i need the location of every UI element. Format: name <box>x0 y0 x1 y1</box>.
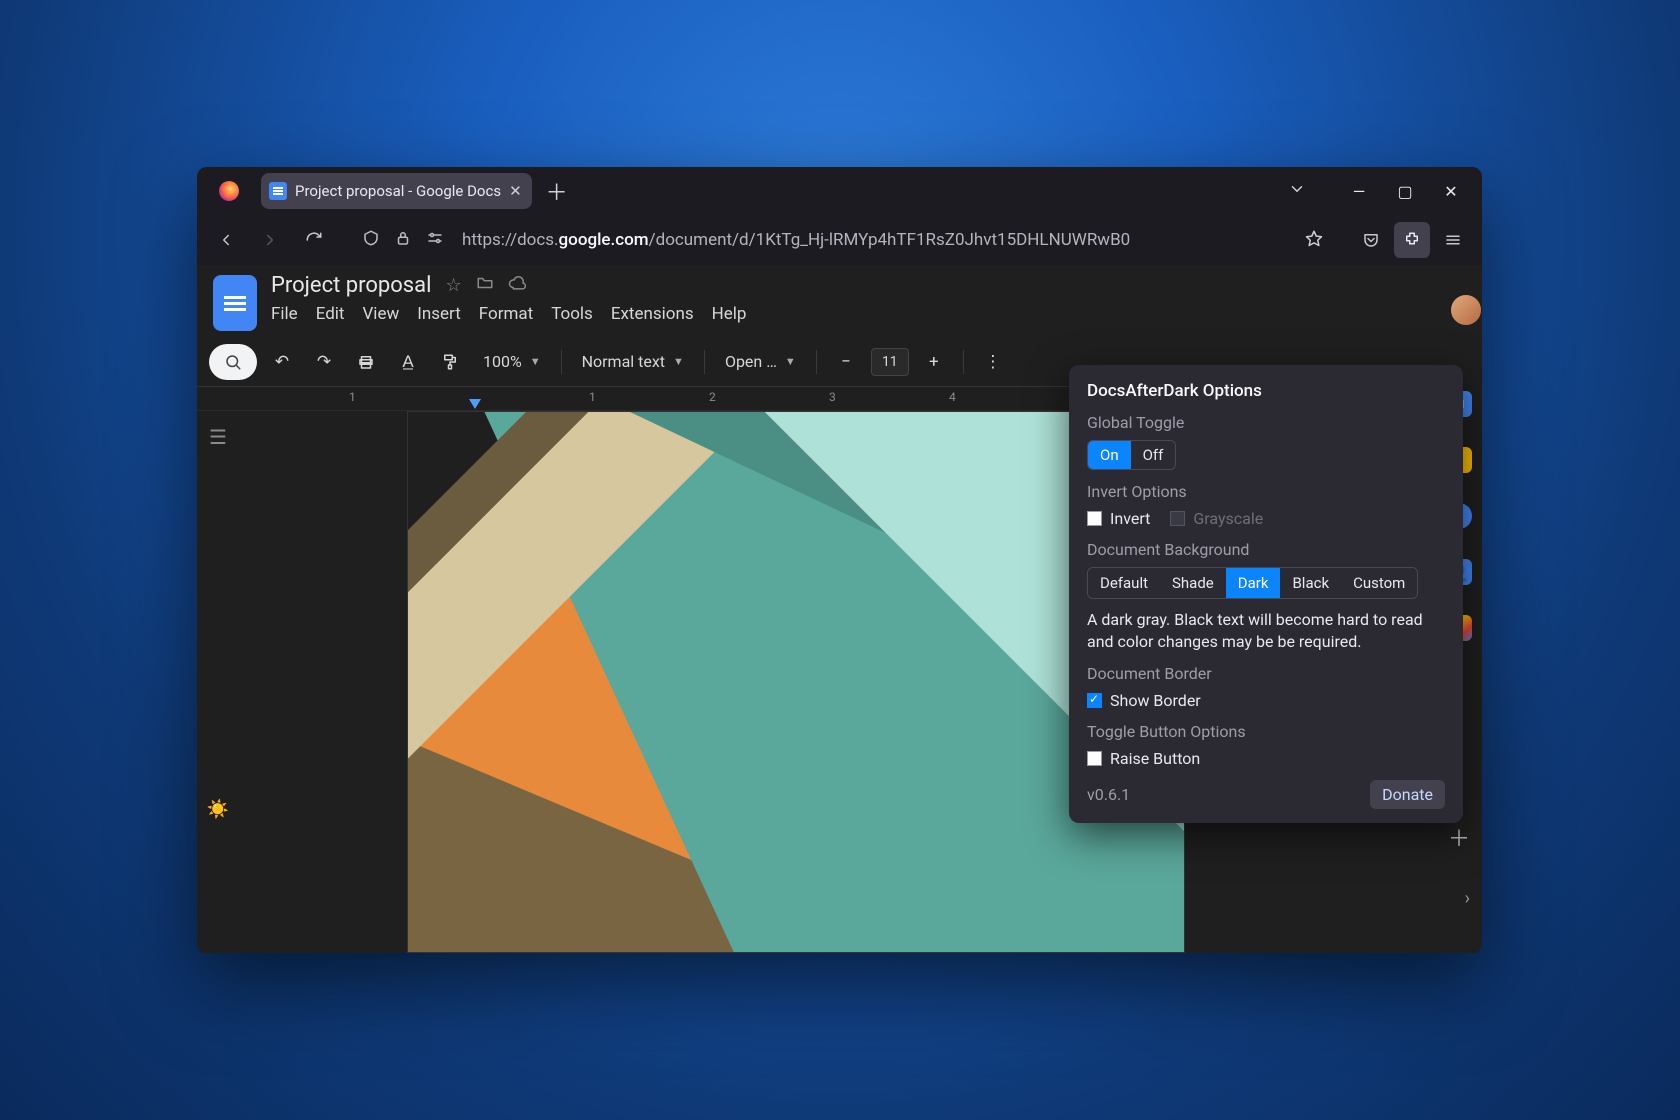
toggle-button-options-label: Toggle Button Options <box>1087 722 1445 741</box>
document-border-label: Document Border <box>1087 664 1445 683</box>
move-folder-icon[interactable] <box>476 274 494 297</box>
background-segmented: Default Shade Dark Black Custom <box>1087 567 1418 599</box>
global-toggle: On Off <box>1087 440 1176 470</box>
toolbar-overflow-button[interactable]: ⋮ <box>976 344 1010 380</box>
url-text: https://docs.google.com/document/d/1KtTg… <box>462 230 1295 250</box>
print-button[interactable] <box>349 344 383 380</box>
lock-icon <box>394 229 412 252</box>
cloud-status-icon[interactable] <box>508 274 526 297</box>
menu-edit[interactable]: Edit <box>316 304 345 324</box>
global-toggle-label: Global Toggle <box>1087 413 1445 432</box>
vertical-ruler[interactable] <box>239 411 267 953</box>
redo-button[interactable]: ↷ <box>307 344 341 380</box>
window-controls: — ▢ ✕ <box>1350 182 1460 201</box>
version-text: v0.6.1 <box>1087 785 1130 804</box>
browser-window: Project proposal - Google Docs ✕ ＋ — ▢ ✕… <box>197 167 1482 953</box>
popup-title: DocsAfterDark Options <box>1087 381 1445 401</box>
address-bar[interactable]: https://docs.google.com/document/d/1KtTg… <box>353 221 1332 259</box>
docs-logo-icon[interactable] <box>213 275 257 331</box>
invert-checkbox[interactable]: Invert <box>1087 509 1150 528</box>
bg-dark-button[interactable]: Dark <box>1226 568 1281 598</box>
tab-overflow-button[interactable] <box>1288 180 1306 202</box>
document-background-label: Document Background <box>1087 540 1445 559</box>
hide-side-panel-button[interactable]: › <box>1465 888 1470 909</box>
bg-black-button[interactable]: Black <box>1280 568 1341 598</box>
menu-extensions[interactable]: Extensions <box>611 304 694 324</box>
close-window-button[interactable]: ✕ <box>1442 182 1460 201</box>
spellcheck-button[interactable]: A̲ <box>391 344 425 380</box>
ruler-tick: 3 <box>829 390 836 404</box>
search-menus-button[interactable] <box>209 344 257 380</box>
minimize-button[interactable]: — <box>1350 182 1368 201</box>
document-outline-button[interactable]: ☰ <box>209 425 227 449</box>
menu-insert[interactable]: Insert <box>417 304 461 324</box>
app-menu-button[interactable] <box>1434 222 1472 258</box>
firefox-logo-icon <box>203 181 255 201</box>
menu-format[interactable]: Format <box>479 304 533 324</box>
url-toolbar: https://docs.google.com/document/d/1KtTg… <box>197 215 1482 265</box>
ruler-tick: 1 <box>589 390 596 404</box>
paint-format-button[interactable] <box>433 344 467 380</box>
raise-button-checkbox[interactable]: Raise Button <box>1087 749 1445 768</box>
get-addons-button[interactable]: ＋ <box>1448 821 1470 853</box>
show-border-checkbox[interactable]: Show Border <box>1087 691 1445 710</box>
docs-favicon-icon <box>269 182 287 200</box>
back-button[interactable] <box>207 222 245 258</box>
font-family-select[interactable]: Open …▼ <box>717 352 804 371</box>
bookmark-star-icon[interactable] <box>1305 229 1331 252</box>
docs-header: Project proposal ☆ File Edit View Insert… <box>197 265 1482 337</box>
forward-button[interactable] <box>251 222 289 258</box>
menu-view[interactable]: View <box>362 304 399 324</box>
extensions-button[interactable] <box>1394 222 1430 258</box>
toggle-on-button[interactable]: On <box>1088 441 1131 469</box>
pocket-icon[interactable] <box>1352 222 1390 258</box>
font-size-input[interactable]: 11 <box>871 348 909 376</box>
toggle-off-button[interactable]: Off <box>1131 441 1176 469</box>
new-tab-button[interactable]: ＋ <box>546 175 568 207</box>
undo-button[interactable]: ↶ <box>265 344 299 380</box>
docs-app: Project proposal ☆ File Edit View Insert… <box>197 265 1482 953</box>
menu-help[interactable]: Help <box>712 304 747 324</box>
decrease-font-size-button[interactable]: − <box>829 344 863 380</box>
ruler-tick: 4 <box>949 390 956 404</box>
bg-default-button[interactable]: Default <box>1088 568 1160 598</box>
document-title[interactable]: Project proposal <box>271 273 431 298</box>
star-outline-icon[interactable]: ☆ <box>445 275 461 296</box>
tab-title: Project proposal - Google Docs <box>295 182 501 200</box>
donate-button[interactable]: Donate <box>1370 780 1445 809</box>
paragraph-style-select[interactable]: Normal text▼ <box>574 352 692 371</box>
tab-close-icon[interactable]: ✕ <box>509 182 522 200</box>
ruler-tick: 2 <box>709 390 716 404</box>
menu-tools[interactable]: Tools <box>551 304 593 324</box>
invert-options-label: Invert Options <box>1087 482 1445 501</box>
maximize-button[interactable]: ▢ <box>1396 182 1414 201</box>
bg-shade-button[interactable]: Shade <box>1160 568 1226 598</box>
indent-marker-icon[interactable] <box>469 399 481 409</box>
extension-popup: DocsAfterDark Options Global Toggle On O… <box>1069 365 1463 823</box>
titlebar: Project proposal - Google Docs ✕ ＋ — ▢ ✕ <box>197 167 1482 215</box>
background-description: A dark gray. Black text will become hard… <box>1087 609 1445 652</box>
docs-menu-bar: File Edit View Insert Format Tools Exten… <box>271 304 746 324</box>
explore-button[interactable]: ☀️ <box>207 799 229 820</box>
browser-tab[interactable]: Project proposal - Google Docs ✕ <box>261 173 532 209</box>
account-avatar[interactable] <box>1449 293 1482 327</box>
reload-button[interactable] <box>295 222 333 258</box>
cover-image <box>408 412 1184 952</box>
grayscale-checkbox: Grayscale <box>1170 509 1263 528</box>
bg-custom-button[interactable]: Custom <box>1341 568 1417 598</box>
zoom-select[interactable]: 100%▼ <box>475 352 549 371</box>
menu-file[interactable]: File <box>271 304 298 324</box>
ruler-tick: 1 <box>349 390 356 404</box>
increase-font-size-button[interactable]: + <box>917 344 951 380</box>
shield-icon <box>362 229 380 252</box>
permissions-icon <box>426 229 444 252</box>
